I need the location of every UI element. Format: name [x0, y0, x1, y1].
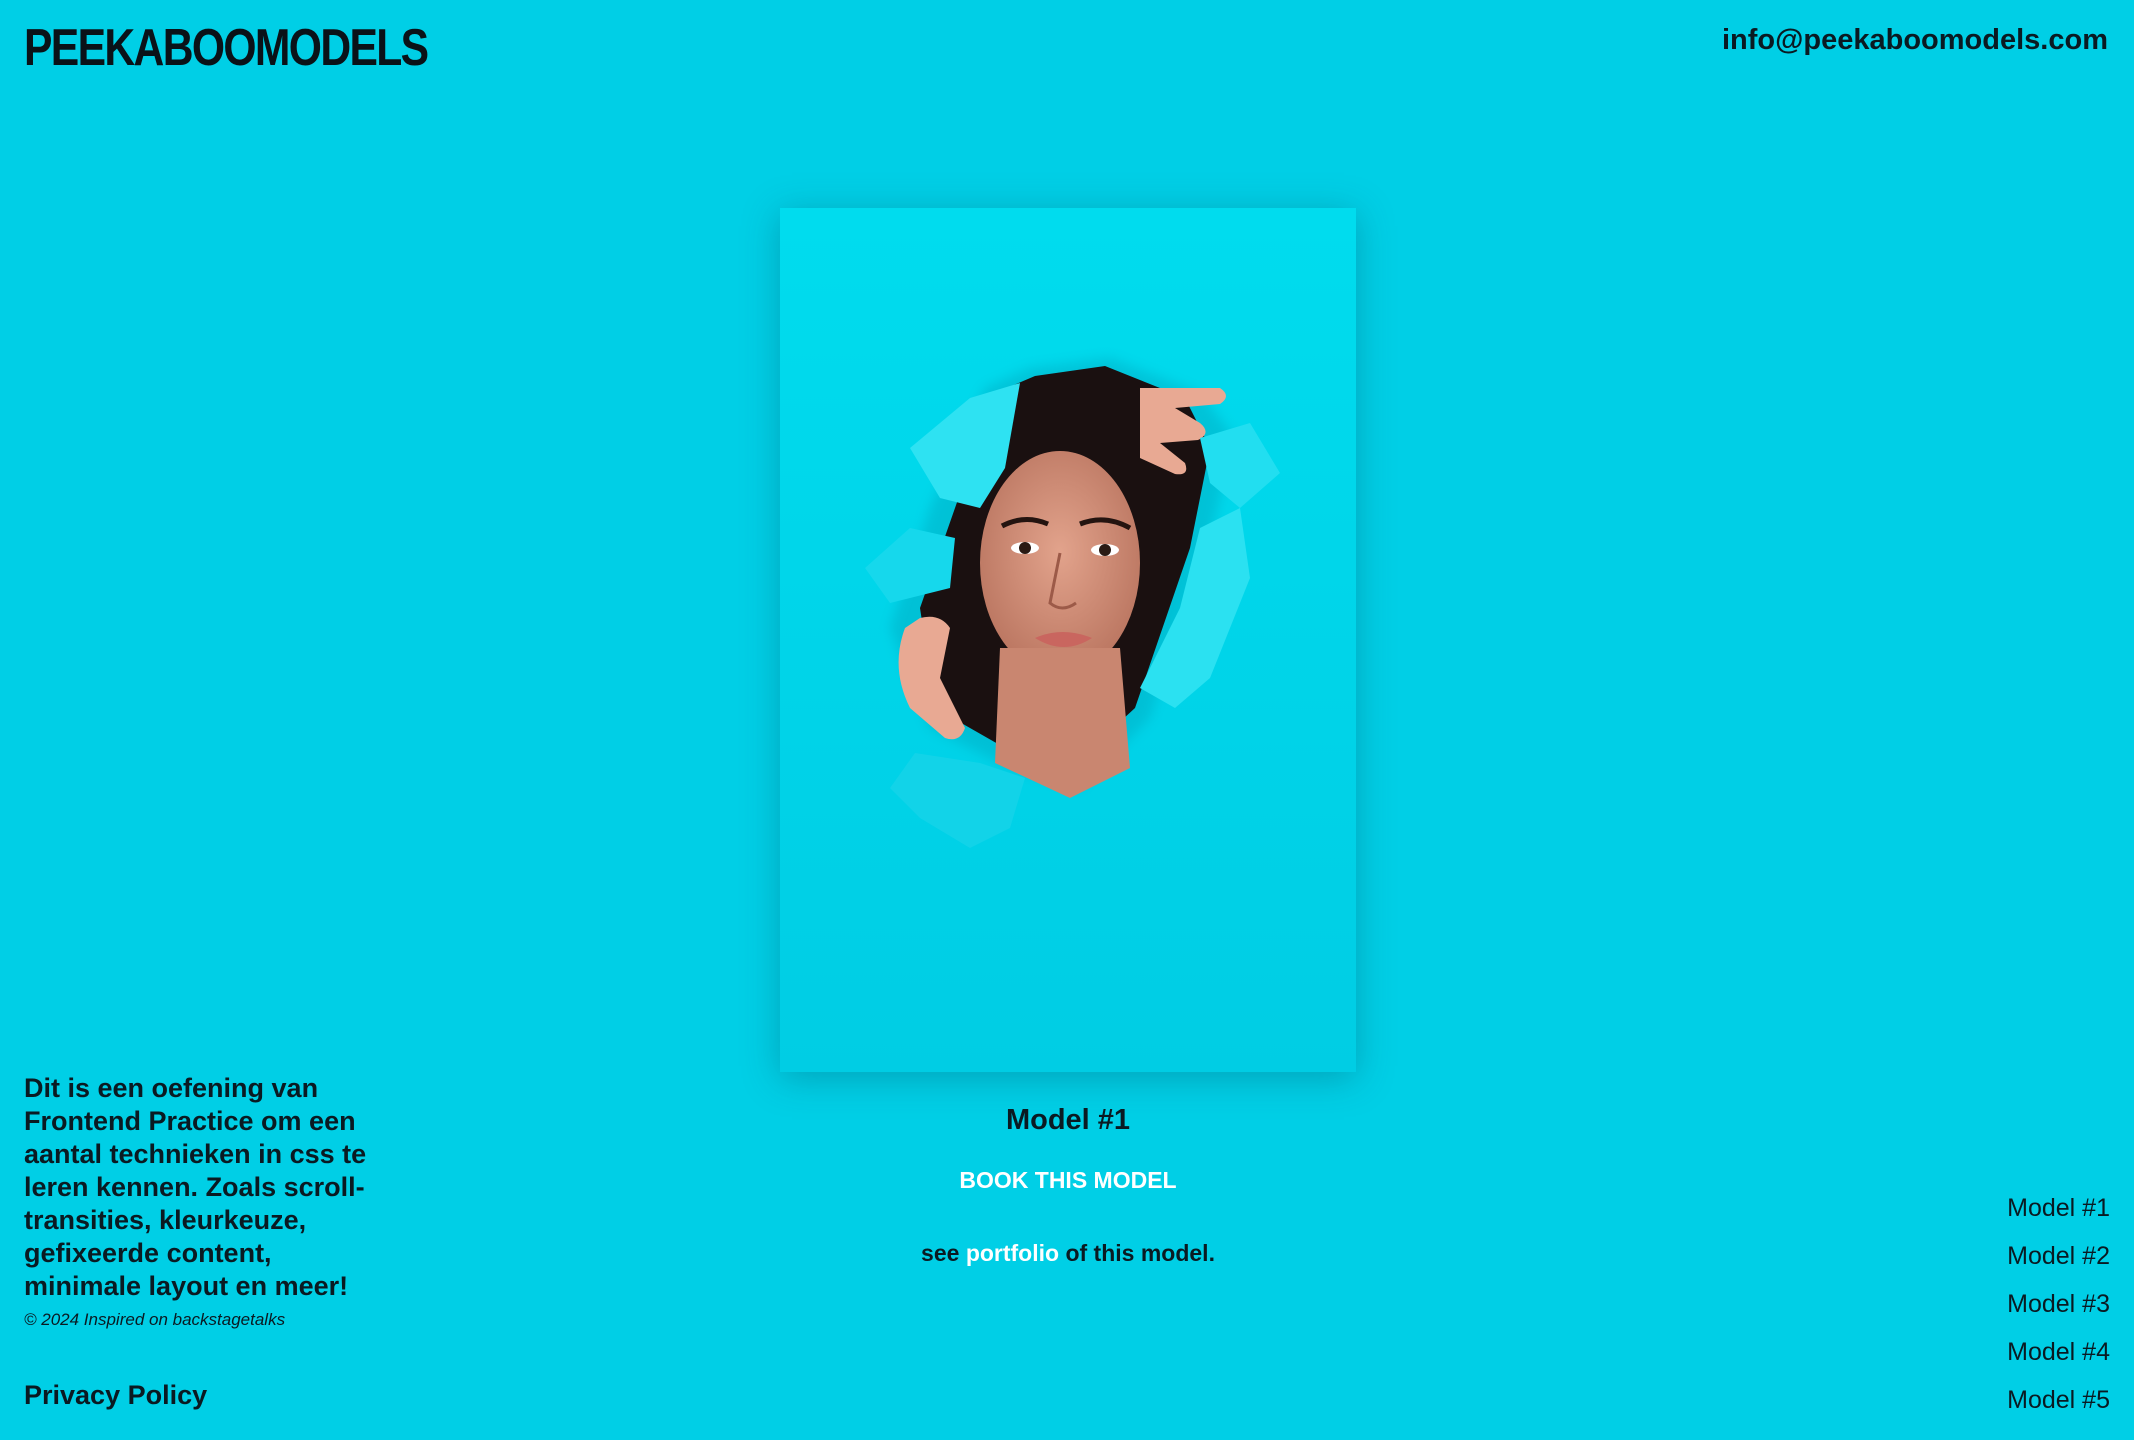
- model-nav: Model #1 Model #2 Model #3 Model #4 Mode…: [2007, 1184, 2110, 1424]
- model-nav-item-3[interactable]: Model #3: [2007, 1280, 2110, 1328]
- intro-text: Dit is een oefening van Frontend Practic…: [24, 1073, 367, 1301]
- portfolio-prefix: see: [921, 1240, 960, 1266]
- model-nav-item-4[interactable]: Model #4: [2007, 1328, 2110, 1376]
- portfolio-line: see portfolio of this model.: [780, 1240, 1356, 1267]
- book-model-button[interactable]: BOOK THIS MODEL: [780, 1167, 1356, 1194]
- page: PEEKABOOMODELS info@peekaboomodels.com M…: [0, 0, 2134, 1440]
- model-nav-item-2[interactable]: Model #2: [2007, 1232, 2110, 1280]
- model-photo-illustration: [780, 208, 1356, 1072]
- portfolio-link[interactable]: portfolio: [966, 1240, 1059, 1266]
- model-nav-item-5[interactable]: Model #5: [2007, 1376, 2110, 1424]
- contact-email-link[interactable]: info@peekaboomodels.com: [1722, 24, 2108, 57]
- model-nav-item-1[interactable]: Model #1: [2007, 1184, 2110, 1232]
- site-logo[interactable]: PEEKABOOMODELS: [24, 18, 429, 78]
- copyright-text: © 2024 Inspired on backstagetalks: [24, 1310, 286, 1329]
- privacy-policy-link[interactable]: Privacy Policy: [24, 1380, 207, 1411]
- portfolio-suffix: of this model.: [1065, 1240, 1215, 1266]
- model-title: Model #1: [1005, 1104, 1131, 1136]
- model-cover-image: [780, 208, 1356, 1072]
